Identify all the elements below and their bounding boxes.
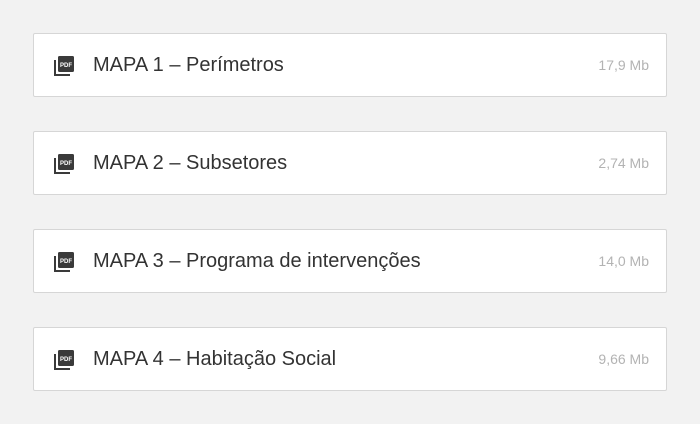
file-size: 14,0 Mb xyxy=(598,253,649,269)
file-row-mapa-3[interactable]: PDF MAPA 3 – Programa de intervenções 14… xyxy=(33,229,667,293)
file-download-list: PDF MAPA 1 – Perímetros 17,9 Mb PDF MAPA… xyxy=(0,0,700,424)
file-name[interactable]: MAPA 4 – Habitação Social xyxy=(93,328,336,390)
pdf-file-icon: PDF xyxy=(53,55,75,77)
file-size: 9,66 Mb xyxy=(598,351,649,367)
file-name[interactable]: MAPA 3 – Programa de intervenções xyxy=(93,230,421,292)
file-size: 2,74 Mb xyxy=(598,155,649,171)
file-name[interactable]: MAPA 1 – Perímetros xyxy=(93,34,284,96)
svg-text:PDF: PDF xyxy=(60,161,72,167)
file-row-mapa-2[interactable]: PDF MAPA 2 – Subsetores 2,74 Mb xyxy=(33,131,667,195)
pdf-file-icon: PDF xyxy=(53,153,75,175)
file-size: 17,9 Mb xyxy=(598,57,649,73)
svg-text:PDF: PDF xyxy=(60,357,72,363)
svg-text:PDF: PDF xyxy=(60,63,72,69)
pdf-file-icon: PDF xyxy=(53,251,75,273)
file-row-mapa-1[interactable]: PDF MAPA 1 – Perímetros 17,9 Mb xyxy=(33,33,667,97)
file-row-mapa-4[interactable]: PDF MAPA 4 – Habitação Social 9,66 Mb xyxy=(33,327,667,391)
pdf-file-icon: PDF xyxy=(53,349,75,371)
svg-text:PDF: PDF xyxy=(60,259,72,265)
file-name[interactable]: MAPA 2 – Subsetores xyxy=(93,132,287,194)
